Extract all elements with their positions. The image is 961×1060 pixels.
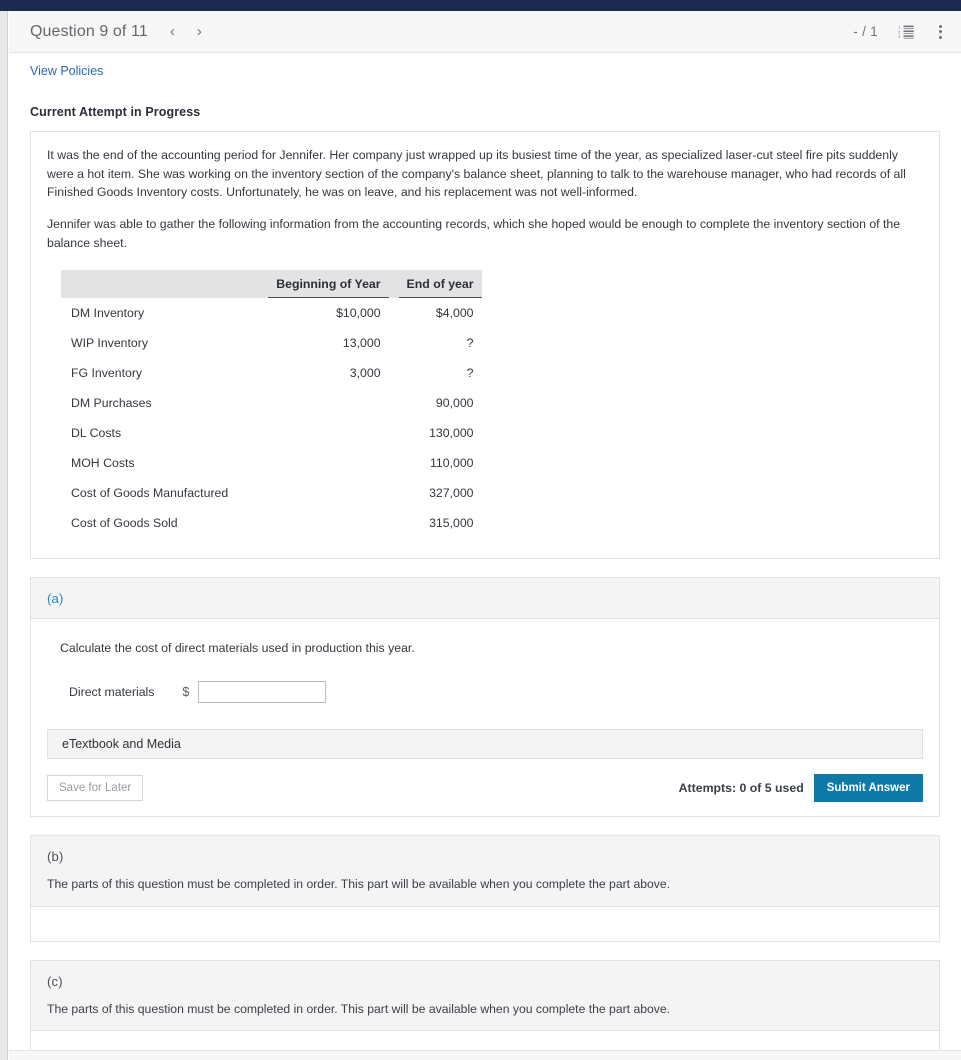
part-c-letter: (c) [47, 973, 63, 989]
row-label: FG Inventory [71, 366, 143, 381]
header-right-controls: - / 1 1 2 3 [853, 24, 947, 39]
row-beginning-value: 3,000 [349, 366, 381, 381]
row-beginning-value [268, 448, 388, 478]
table-row: Cost of Goods Sold 315,000 [61, 508, 482, 538]
question-page: Question 9 of 11 ‹ › - / 1 1 2 3 View Po… [9, 11, 961, 1060]
table-header-spacer [388, 270, 399, 298]
ordered-list-icon[interactable]: 1 2 3 [898, 24, 914, 39]
part-b-header: (b) The parts of this question must be c… [31, 836, 939, 907]
row-label: DM Inventory [71, 306, 145, 321]
question-nav: ‹ › [170, 24, 202, 39]
bottom-strip [9, 1050, 961, 1060]
row-spacer [389, 328, 399, 358]
table-head: Beginning of Year End of year [61, 270, 482, 299]
row-beginning-value: 13,000 [342, 336, 381, 351]
view-policies-link[interactable]: View Policies [30, 64, 103, 78]
row-label: WIP Inventory [71, 336, 148, 351]
table-row: DM Inventory $10,000 $4,000 [61, 298, 482, 329]
part-a-actions: Save for Later Attempts: 0 of 5 used Sub… [47, 774, 923, 803]
part-c-locked-message: The parts of this question must be compl… [47, 1001, 671, 1016]
row-spacer [389, 358, 399, 388]
row-end-value: ? [466, 336, 474, 351]
part-b-section: (b) The parts of this question must be c… [30, 835, 940, 942]
row-end-value: 315,000 [429, 516, 474, 531]
next-question-icon[interactable]: › [197, 24, 202, 39]
table-row: DM Purchases 90,000 [61, 388, 482, 418]
row-spacer [389, 418, 399, 448]
table-body: DM Inventory $10,000 $4,000 WIP Inventor… [61, 298, 482, 539]
kebab-dots [934, 24, 947, 39]
part-c-header: (c) The parts of this question must be c… [31, 960, 939, 1031]
part-a-answer-row: Direct materials $ [69, 681, 923, 704]
attempts-counter: Attempts: 0 of 5 used [678, 781, 804, 796]
table-header-beginning: Beginning of Year [268, 270, 389, 299]
row-beginning-value [268, 478, 388, 508]
save-for-later-button[interactable]: Save for Later [47, 775, 144, 802]
table-row: MOH Costs 110,000 [61, 448, 482, 478]
submit-answer-button[interactable]: Submit Answer [813, 774, 923, 803]
app-top-bar [0, 0, 961, 11]
row-end-value: 110,000 [429, 456, 474, 471]
row-spacer [389, 508, 399, 538]
etextbook-and-media-bar[interactable]: eTextbook and Media [47, 729, 923, 760]
row-end-value: 327,000 [429, 486, 474, 501]
question-header: Question 9 of 11 ‹ › - / 1 1 2 3 [9, 11, 961, 53]
row-label: DL Costs [71, 426, 122, 441]
row-spacer [389, 388, 399, 418]
row-beginning-value [268, 388, 388, 418]
row-label: Cost of Goods Sold [71, 516, 178, 531]
table-header-blank [61, 270, 269, 298]
row-end-value: $4,000 [435, 306, 474, 321]
kebab-dot [939, 24, 942, 28]
kebab-dot [939, 30, 942, 33]
part-b-locked-message: The parts of this question must be compl… [47, 877, 671, 892]
left-edge-strip [0, 11, 8, 1060]
row-end-value: 90,000 [435, 396, 474, 411]
part-a-section: (a) Calculate the cost of direct materia… [30, 577, 940, 818]
table-header-end: End of year [398, 270, 482, 299]
table-row: Cost of Goods Manufactured 327,000 [61, 478, 482, 508]
table-row: WIP Inventory 13,000 ? [61, 328, 482, 358]
part-a-prompt: Calculate the cost of direct materials u… [60, 641, 415, 656]
direct-materials-label: Direct materials [69, 685, 155, 700]
row-spacer [389, 478, 399, 508]
direct-materials-input[interactable] [198, 681, 327, 704]
attempt-status-label: Current Attempt in Progress [30, 105, 201, 119]
svg-text:3: 3 [898, 34, 901, 39]
part-b-body [31, 907, 939, 941]
row-end-value: 130,000 [429, 426, 474, 441]
inventory-data-table: Beginning of Year End of year DM Invento… [61, 270, 482, 538]
currency-symbol: $ [182, 685, 190, 700]
part-a-header: (a) [31, 578, 939, 620]
part-c-section: (c) The parts of this question must be c… [30, 959, 940, 1060]
part-a-body: Calculate the cost of direct materials u… [31, 619, 939, 816]
question-paragraph-2: Jennifer was able to gather the followin… [47, 217, 901, 250]
row-label: DM Purchases [71, 396, 152, 411]
etextbook-label: eTextbook and Media [62, 737, 181, 752]
part-a-letter: (a) [47, 591, 64, 607]
question-stem-card: It was the end of the accounting period … [30, 131, 940, 560]
row-beginning-value: $10,000 [336, 306, 381, 321]
table-header-row: Beginning of Year End of year [61, 270, 482, 299]
question-paragraph-1: It was the end of the accounting period … [47, 148, 906, 200]
row-label: MOH Costs [71, 456, 135, 471]
row-end-value: ? [466, 366, 474, 381]
previous-question-icon[interactable]: ‹ [170, 24, 175, 39]
table-row: DL Costs 130,000 [61, 418, 482, 448]
row-spacer [389, 448, 399, 478]
kebab-dot [939, 35, 942, 39]
row-beginning-value [268, 508, 388, 538]
row-label: Cost of Goods Manufactured [71, 486, 229, 501]
page-title: Question 9 of 11 [30, 22, 148, 40]
question-body: View Policies Current Attempt in Progres… [9, 53, 961, 1060]
row-beginning-value [268, 418, 388, 448]
part-b-letter: (b) [47, 849, 64, 865]
row-spacer [389, 298, 399, 329]
kebab-menu-icon[interactable] [934, 24, 947, 39]
score-display: - / 1 [853, 24, 878, 39]
table-row: FG Inventory 3,000 ? [61, 358, 482, 388]
